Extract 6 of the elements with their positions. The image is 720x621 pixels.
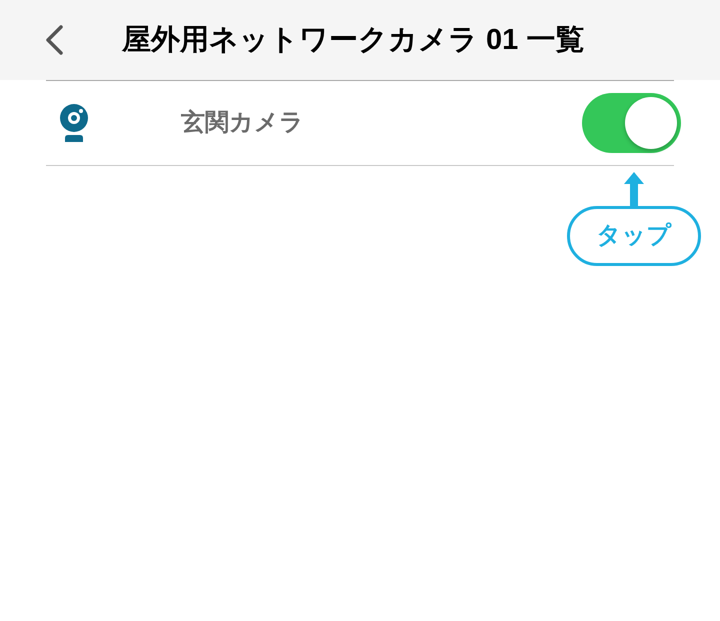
up-arrow-icon bbox=[624, 172, 644, 206]
tap-callout: タップ bbox=[567, 206, 701, 266]
camera-name: 玄関カメラ bbox=[181, 108, 304, 138]
webcam-icon bbox=[58, 104, 90, 142]
chevron-left-icon bbox=[44, 25, 64, 55]
screen-title: 屋外用ネットワークカメラ 01 一覧 bbox=[122, 26, 584, 54]
